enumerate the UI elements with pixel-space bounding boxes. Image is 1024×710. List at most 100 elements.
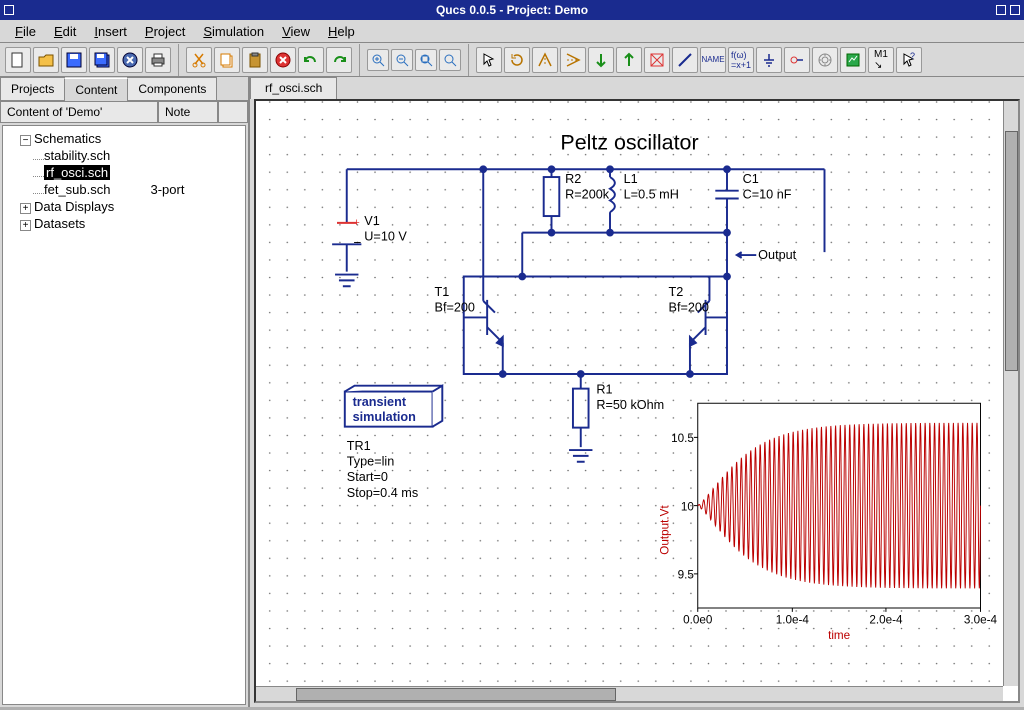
close-doc-icon[interactable] <box>117 47 143 73</box>
svg-text:1.0e-4: 1.0e-4 <box>776 614 810 627</box>
print-icon[interactable] <box>145 47 171 73</box>
col-content[interactable]: Content of 'Demo' <box>0 101 158 123</box>
leave-sub-icon[interactable] <box>616 47 642 73</box>
menu-project[interactable]: Project <box>136 21 194 42</box>
col-note[interactable]: Note <box>158 101 218 123</box>
vertical-scrollbar[interactable] <box>1003 101 1018 686</box>
output-label[interactable]: Output <box>758 248 796 262</box>
cut-icon[interactable] <box>186 47 212 73</box>
label-L1[interactable]: L1 <box>624 172 638 186</box>
tree-datasets[interactable]: Datasets <box>34 216 85 231</box>
label-T1[interactable]: T1 <box>435 285 450 299</box>
tab-content[interactable]: Content <box>64 78 128 101</box>
tab-components[interactable]: Components <box>127 77 217 100</box>
window-title: Qucs 0.0.5 - Project: Demo <box>34 3 990 17</box>
svg-text:?: ? <box>910 52 915 61</box>
svg-text:9.5: 9.5 <box>678 569 695 582</box>
label-V1[interactable]: V1 <box>364 214 379 228</box>
tree-item[interactable]: stability.sch <box>33 147 241 164</box>
tree-schematics[interactable]: Schematics <box>34 131 101 146</box>
zoom-out-icon[interactable] <box>391 49 413 71</box>
expand-icon[interactable]: − <box>20 135 31 146</box>
output-chart[interactable]: 10.5 10 9.5 0.0e0 1.0e-4 2.0e-4 3.0e-4 t… <box>659 403 998 642</box>
close-icon[interactable] <box>1010 5 1020 15</box>
val-V1[interactable]: U=10 V <box>364 229 407 243</box>
svg-text:transient: transient <box>353 395 407 409</box>
svg-text:Stop=0.4 ms: Stop=0.4 ms <box>347 486 418 500</box>
label-T2[interactable]: T2 <box>669 285 684 299</box>
label-C1[interactable]: C1 <box>743 172 759 186</box>
zoom-11-icon[interactable] <box>439 49 461 71</box>
val-C1[interactable]: C=10 nF <box>743 188 792 202</box>
sim-box[interactable]: transient simulation <box>345 386 443 427</box>
mirror-y-icon[interactable] <box>560 47 586 73</box>
simulate-icon[interactable] <box>812 47 838 73</box>
copy-icon[interactable] <box>214 47 240 73</box>
save-icon[interactable] <box>61 47 87 73</box>
help-icon[interactable]: ? <box>896 47 922 73</box>
doc-tab[interactable]: rf_osci.sch <box>250 77 337 99</box>
val-R2[interactable]: R=200k <box>565 188 610 202</box>
select-icon[interactable] <box>476 47 502 73</box>
mirror-x-icon[interactable] <box>532 47 558 73</box>
val-T1[interactable]: Bf=200 <box>435 301 475 315</box>
menu-help[interactable]: Help <box>319 21 364 42</box>
val-R1[interactable]: R=50 kOhm <box>596 398 664 412</box>
label-R1[interactable]: R1 <box>596 382 612 396</box>
show-data-icon[interactable] <box>840 47 866 73</box>
val-T2[interactable]: Bf=200 <box>669 301 709 315</box>
svg-text:+: + <box>354 217 360 229</box>
menu-simulation[interactable]: Simulation <box>194 21 273 42</box>
window-titlebar: Qucs 0.0.5 - Project: Demo <box>0 0 1024 20</box>
equation-icon[interactable]: f(ω)=x+1 <box>728 47 754 73</box>
expand-icon[interactable]: + <box>20 203 31 214</box>
menu-file[interactable]: File <box>6 21 45 42</box>
window-menu-icon[interactable] <box>4 5 14 15</box>
tree-datadisplays[interactable]: Data Displays <box>34 199 114 214</box>
sidebar-columns: Content of 'Demo' Note <box>0 101 248 123</box>
expand-icon[interactable]: + <box>20 220 31 231</box>
tree-item[interactable]: rf_osci.sch <box>33 164 241 181</box>
sidebar: Projects Content Components Content of '… <box>0 77 250 707</box>
redo-icon[interactable] <box>326 47 352 73</box>
maximize-icon[interactable] <box>996 5 1006 15</box>
menu-view[interactable]: View <box>273 21 319 42</box>
delete-icon[interactable] <box>270 47 296 73</box>
toolbar: NAME f(ω)=x+1 M1↘ ? <box>0 43 1024 77</box>
schematic-svg[interactable]: Peltz oscillator <box>256 101 1003 686</box>
horizontal-scrollbar[interactable] <box>256 686 1003 701</box>
wire-label-icon[interactable]: NAME <box>700 47 726 73</box>
set-marker-icon[interactable]: M1↘ <box>868 47 894 73</box>
open-icon[interactable] <box>33 47 59 73</box>
rotate-icon[interactable] <box>504 47 530 73</box>
svg-text:0.0e0: 0.0e0 <box>683 614 713 627</box>
goto-sub-icon[interactable] <box>588 47 614 73</box>
label-R2[interactable]: R2 <box>565 172 581 186</box>
svg-text:10: 10 <box>681 501 695 514</box>
document-tabs: rf_osci.sch <box>250 77 1024 99</box>
wire-icon[interactable] <box>672 47 698 73</box>
val-L1[interactable]: L=0.5 mH <box>624 188 679 202</box>
titlebar-left <box>4 5 34 15</box>
menu-insert[interactable]: Insert <box>85 21 136 42</box>
zoom-fit-icon[interactable] <box>415 49 437 71</box>
menubar: File Edit Insert Project Simulation View… <box>0 20 1024 43</box>
new-doc-icon[interactable] <box>5 47 31 73</box>
titlebar-right <box>990 5 1020 15</box>
svg-text:Start=0: Start=0 <box>347 470 388 484</box>
sidebar-tabs: Projects Content Components <box>0 77 248 101</box>
save-all-icon[interactable] <box>89 47 115 73</box>
workarea: rf_osci.sch Peltz oscillator <box>250 77 1024 707</box>
deactivate-icon[interactable] <box>644 47 670 73</box>
svg-text:−: − <box>354 235 362 250</box>
menu-edit[interactable]: Edit <box>45 21 85 42</box>
tree-item[interactable]: fet_sub.sch3-port <box>33 181 241 198</box>
content-tree[interactable]: −Schematics stability.sch rf_osci.sch fe… <box>2 125 246 705</box>
tab-projects[interactable]: Projects <box>0 77 65 100</box>
schematic-canvas[interactable]: Peltz oscillator <box>254 99 1020 703</box>
port-icon[interactable] <box>784 47 810 73</box>
ground-icon[interactable] <box>756 47 782 73</box>
undo-icon[interactable] <box>298 47 324 73</box>
paste-icon[interactable] <box>242 47 268 73</box>
zoom-in-icon[interactable] <box>367 49 389 71</box>
